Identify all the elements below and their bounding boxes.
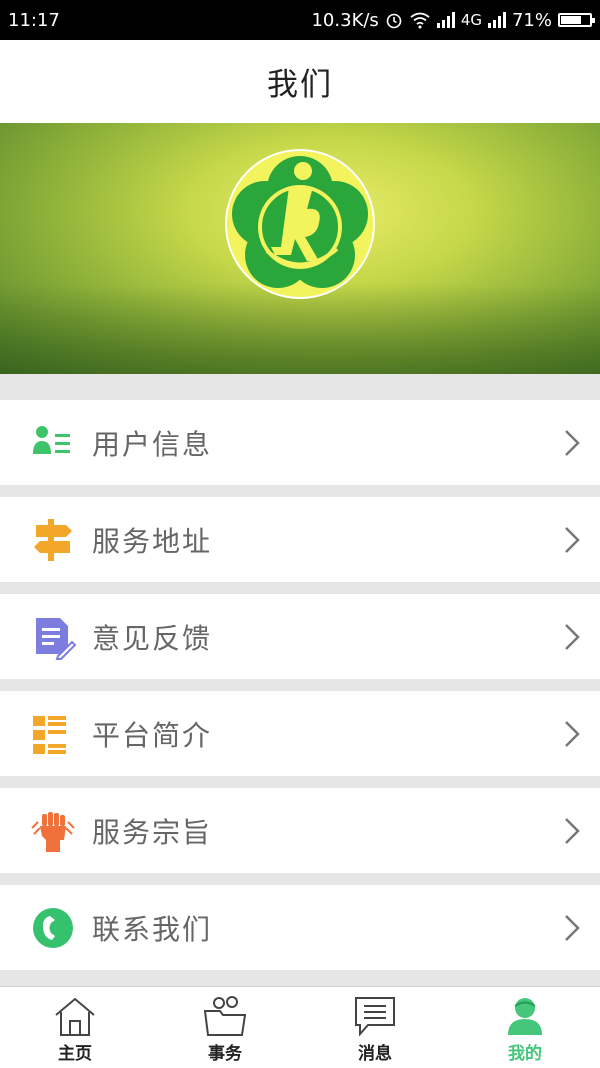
signpost-icon	[34, 518, 72, 561]
profile-icon	[508, 998, 542, 1035]
battery-percent: 71%	[511, 9, 552, 31]
folder-people-icon	[203, 996, 247, 1036]
menu-item-label: 平台简介	[92, 718, 213, 752]
menu-item-contact-us[interactable]: 联系我们	[0, 885, 600, 970]
home-icon	[55, 997, 95, 1036]
menu-item-service-address[interactable]: 服务地址	[0, 497, 600, 582]
menu-item-label: 联系我们	[92, 912, 213, 946]
bottom-tab-bar: 主页 事务 消息 我的	[0, 986, 600, 1068]
battery-fill	[561, 16, 581, 24]
menu-item-label: 服务地址	[92, 524, 213, 558]
alarm-icon	[386, 13, 402, 29]
menu-item-user-info[interactable]: 用户信息	[0, 400, 600, 485]
grid-list-icon	[33, 715, 66, 754]
flower-logo-icon	[227, 151, 373, 297]
menu-item-service-tenet[interactable]: 服务宗旨	[0, 788, 600, 873]
signal-icon	[436, 12, 455, 28]
chevron-right-icon	[565, 914, 580, 941]
network-type: 4G	[460, 11, 482, 29]
chevron-right-icon	[565, 817, 580, 844]
network-speed: 10.3K/s	[311, 9, 379, 31]
status-bar: 11:17 10.3K/s 4G 71%	[0, 0, 600, 40]
chevron-right-icon	[565, 623, 580, 650]
tab-label: 我的	[508, 1044, 542, 1064]
tab-affairs[interactable]: 事务	[150, 987, 300, 1068]
user-info-icon	[33, 425, 70, 454]
chevron-right-icon	[565, 720, 580, 747]
tab-mine[interactable]: 我的	[450, 987, 600, 1068]
page-title: 我们	[267, 67, 333, 103]
wifi-icon	[410, 12, 430, 29]
chevron-right-icon	[565, 429, 580, 456]
tab-label: 事务	[208, 1044, 242, 1064]
tab-label: 消息	[358, 1044, 392, 1064]
title-bar: 我们	[0, 40, 600, 124]
status-indicators: 10.3K/s 4G 71%	[311, 9, 595, 31]
menu-item-label: 意见反馈	[92, 621, 213, 655]
menu-item-feedback[interactable]: 意见反馈	[0, 594, 600, 679]
tab-home[interactable]: 主页	[0, 987, 150, 1068]
status-time: 11:17	[8, 9, 60, 31]
battery-icon	[558, 13, 595, 27]
menu-item-label: 用户信息	[92, 427, 213, 461]
tab-label: 主页	[58, 1044, 92, 1064]
chevron-right-icon	[565, 526, 580, 553]
feedback-edit-icon	[36, 617, 76, 660]
menu-item-platform-intro[interactable]: 平台简介	[0, 691, 600, 776]
organization-logo	[225, 149, 375, 299]
menu-item-label: 服务宗旨	[92, 815, 213, 849]
message-icon	[355, 997, 395, 1037]
signal-icon-2	[487, 12, 506, 28]
fist-icon	[31, 811, 75, 852]
tab-messages[interactable]: 消息	[300, 987, 450, 1068]
phone-circle-icon	[33, 907, 73, 948]
